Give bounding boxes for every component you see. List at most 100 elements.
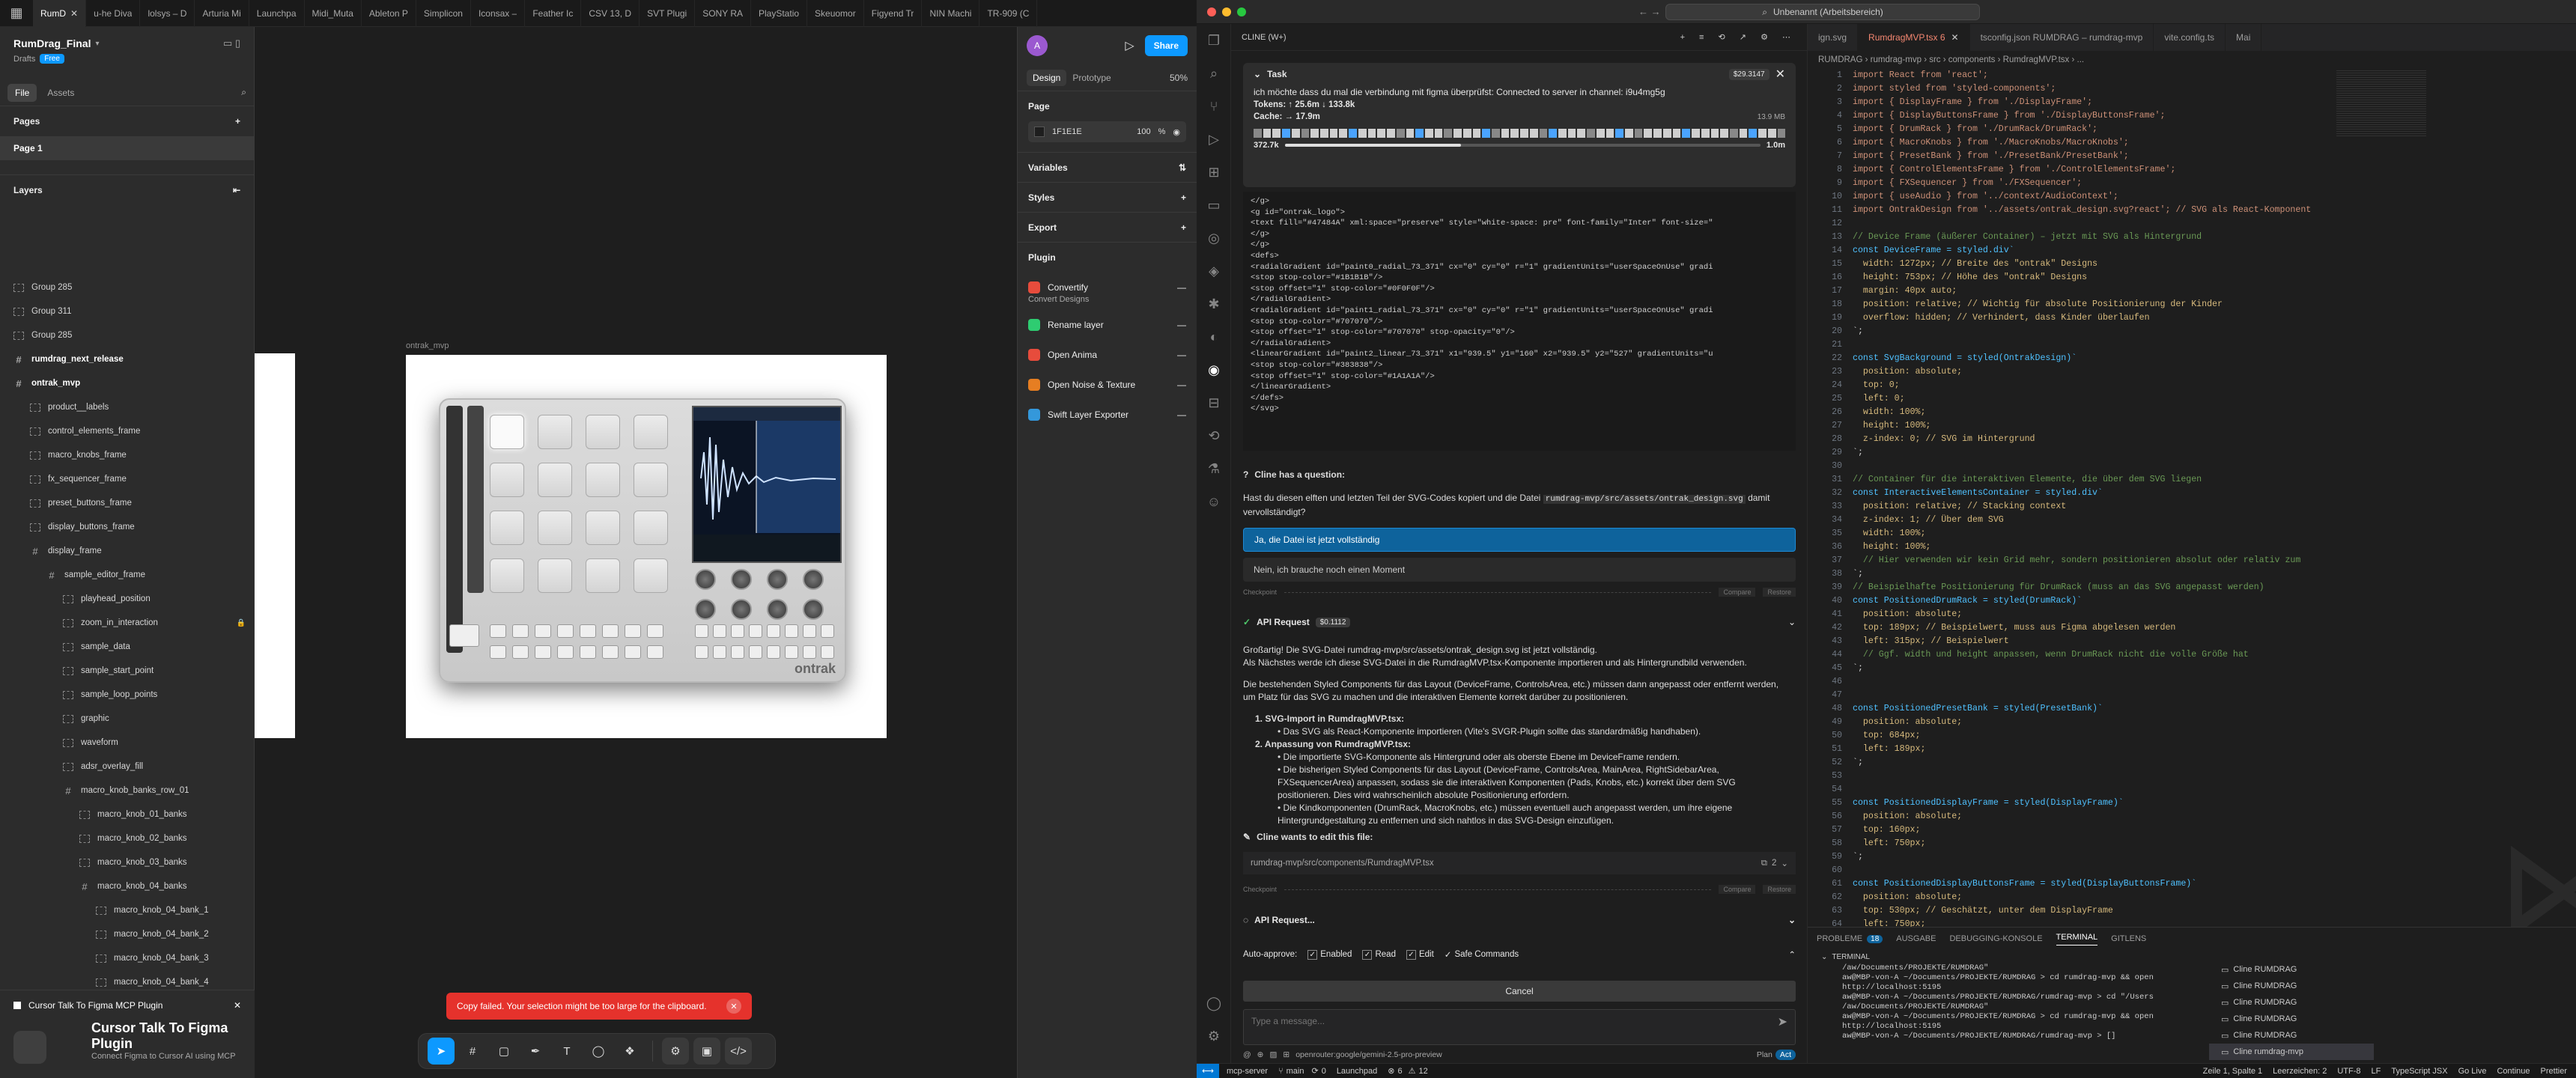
checkpoint-marker[interactable]	[1263, 129, 1272, 138]
layer-item[interactable]: macro_knobs_frame	[0, 443, 255, 467]
terminal-session[interactable]: ▭ Cline RUMDRAG	[2209, 1027, 2374, 1044]
github-icon[interactable]: ◐	[1197, 320, 1231, 353]
chevron-up-icon[interactable]: ⌃	[1788, 949, 1796, 960]
chevron-down-icon[interactable]: ⌄	[1788, 617, 1796, 627]
tab-prototype[interactable]: Prototype	[1066, 70, 1117, 86]
editor-tab[interactable]: RumdragMVP.tsx 6 ✕	[1858, 24, 1970, 51]
drum-pad[interactable]	[634, 511, 668, 545]
checkpoint-marker[interactable]	[1349, 129, 1357, 138]
puzzle-icon[interactable]: ⊟	[1197, 386, 1231, 419]
plugin-entry[interactable]: Open Noise & Texture —	[1018, 370, 1197, 400]
close-window-button[interactable]	[1207, 7, 1216, 16]
checkpoint-marker[interactable]	[1749, 129, 1758, 138]
figma-tab[interactable]: Figyend Tr	[864, 0, 923, 27]
close-icon[interactable]: ✕	[726, 999, 741, 1014]
macro-knob[interactable]	[767, 569, 788, 590]
macro-knob[interactable]	[803, 599, 824, 620]
drum-pad[interactable]	[538, 558, 572, 593]
layer-item[interactable]: macro_knob_03_banks	[0, 850, 255, 874]
status-launchpad[interactable]: Launchpad	[1337, 1067, 1377, 1076]
status-golive[interactable]: Go Live	[2458, 1067, 2487, 1076]
preset-button[interactable]	[731, 624, 744, 638]
collapse-layers-icon[interactable]: ⇤	[233, 185, 240, 195]
play-icon[interactable]: ▷	[1125, 38, 1134, 53]
step-button[interactable]	[557, 645, 574, 659]
status-eol[interactable]: LF	[2372, 1067, 2381, 1076]
checkpoint-marker[interactable]	[1462, 129, 1471, 138]
macro-knob[interactable]	[695, 599, 716, 620]
step-button[interactable]	[647, 645, 663, 659]
zoom-window-button[interactable]	[1237, 7, 1246, 16]
figma-tab[interactable]: SONY RA	[695, 0, 751, 27]
layer-item[interactable]: sample_loop_points	[0, 683, 255, 707]
step-button[interactable]	[490, 624, 506, 638]
figma-tab[interactable]: Skeuomor	[807, 0, 864, 27]
breadcrumb[interactable]: RUMDRAG › rumdrag-mvp › src › components…	[1808, 51, 2576, 69]
drum-pad[interactable]	[538, 511, 572, 545]
terminal-session[interactable]: ▭ Cline RUMDRAG	[2209, 961, 2374, 978]
cline-toolbar-icons[interactable]: + ≡ ⟲ ↗ ⚙ ⋯	[1680, 32, 1796, 42]
layer-item[interactable]: # macro_knob_04_banks	[0, 874, 255, 898]
figma-tab[interactable]: Ableton P	[362, 0, 416, 27]
checkpoint-marker[interactable]	[1472, 129, 1481, 138]
share-button[interactable]: Share	[1144, 35, 1188, 56]
add-style-icon[interactable]: +	[1181, 192, 1186, 203]
checkpoint-marker[interactable]	[1415, 129, 1424, 138]
terminal-session[interactable]: ▭ Cline RUMDRAG	[2209, 978, 2374, 994]
explorer-icon[interactable]: ❐	[1197, 24, 1231, 57]
checkpoint-marker[interactable]	[1606, 129, 1614, 138]
shape-tool-icon[interactable]: ▢	[490, 1038, 517, 1065]
read-checkbox[interactable]: ✓	[1362, 949, 1373, 960]
layer-item[interactable]: # rumdrag_next_release	[0, 347, 255, 371]
message-input[interactable]	[1244, 1010, 1753, 1032]
preset-button[interactable]	[821, 624, 834, 638]
status-position[interactable]: Zeile 1, Spalte 1	[2203, 1067, 2263, 1076]
status-encoding[interactable]: UTF-8	[2337, 1067, 2360, 1076]
layer-item[interactable]: graphic	[0, 707, 255, 731]
drafts-label[interactable]: Drafts	[13, 55, 35, 64]
drum-pad[interactable]	[490, 558, 524, 593]
checkpoint-marker[interactable]	[1501, 129, 1510, 138]
layer-item[interactable]: waveform	[0, 731, 255, 755]
checkpoint-marker[interactable]	[1301, 129, 1310, 138]
panel-tab[interactable]: AUSGABE	[1896, 934, 1936, 943]
close-icon[interactable]: ✕	[234, 1000, 241, 1011]
checkpoint-marker[interactable]	[1634, 129, 1643, 138]
drum-pad[interactable]	[634, 558, 668, 593]
remote-explorer-icon[interactable]: ▭	[1197, 189, 1231, 222]
edit-file-path-box[interactable]: rumdrag-mvp/src/components/RumdragMVP.ts…	[1243, 852, 1796, 874]
minus-icon[interactable]: —	[1177, 380, 1186, 390]
macro-knob[interactable]	[767, 599, 788, 620]
checkpoint-marker[interactable]	[1482, 129, 1490, 138]
figma-tab[interactable]: Launchpa	[249, 0, 305, 27]
checkpoint-marker[interactable]	[1396, 129, 1405, 138]
context-checkpoints[interactable]	[1254, 127, 1786, 139]
image-icon[interactable]: ▨	[1269, 1050, 1277, 1059]
act-mode[interactable]: Act	[1775, 1050, 1796, 1060]
testing-icon[interactable]: ⚗	[1197, 452, 1231, 485]
plugin-row[interactable]: Swift Layer Exporter —	[1018, 400, 1197, 430]
layer-item[interactable]: zoom_in_interaction 🔒	[0, 611, 255, 635]
color-swatch[interactable]	[1034, 127, 1045, 137]
macro-knob[interactable]	[731, 569, 752, 590]
minus-icon[interactable]: —	[1177, 350, 1186, 360]
plan-mode[interactable]: Plan	[1757, 1050, 1772, 1059]
figma-tab[interactable]: Feather Ic	[525, 0, 582, 27]
restore-button[interactable]: Restore	[1763, 885, 1796, 894]
preset-button[interactable]	[785, 624, 798, 638]
lock-icon[interactable]: 🔒	[237, 619, 246, 627]
checkpoint-marker[interactable]	[1644, 129, 1653, 138]
checkpoint-marker[interactable]	[1558, 129, 1567, 138]
close-icon[interactable]: ✕	[70, 8, 78, 19]
layer-item[interactable]: macro_knob_04_bank_1	[0, 898, 255, 922]
plugin-row[interactable]: Open Noise & Texture —	[1018, 370, 1197, 400]
checkpoint-marker[interactable]	[1329, 129, 1338, 138]
timeline-icon[interactable]: ⟲	[1197, 419, 1231, 452]
pen-tool-icon[interactable]: ✒	[522, 1038, 549, 1065]
step-button[interactable]	[602, 624, 619, 638]
message-input-box[interactable]: ➤	[1243, 1009, 1796, 1045]
checkpoint-marker[interactable]	[1529, 129, 1538, 138]
page-color-value[interactable]: 1F1E1E	[1052, 127, 1082, 136]
checkpoint-marker[interactable]	[1539, 129, 1548, 138]
sync-icon[interactable]: ⟳	[1311, 1066, 1318, 1076]
